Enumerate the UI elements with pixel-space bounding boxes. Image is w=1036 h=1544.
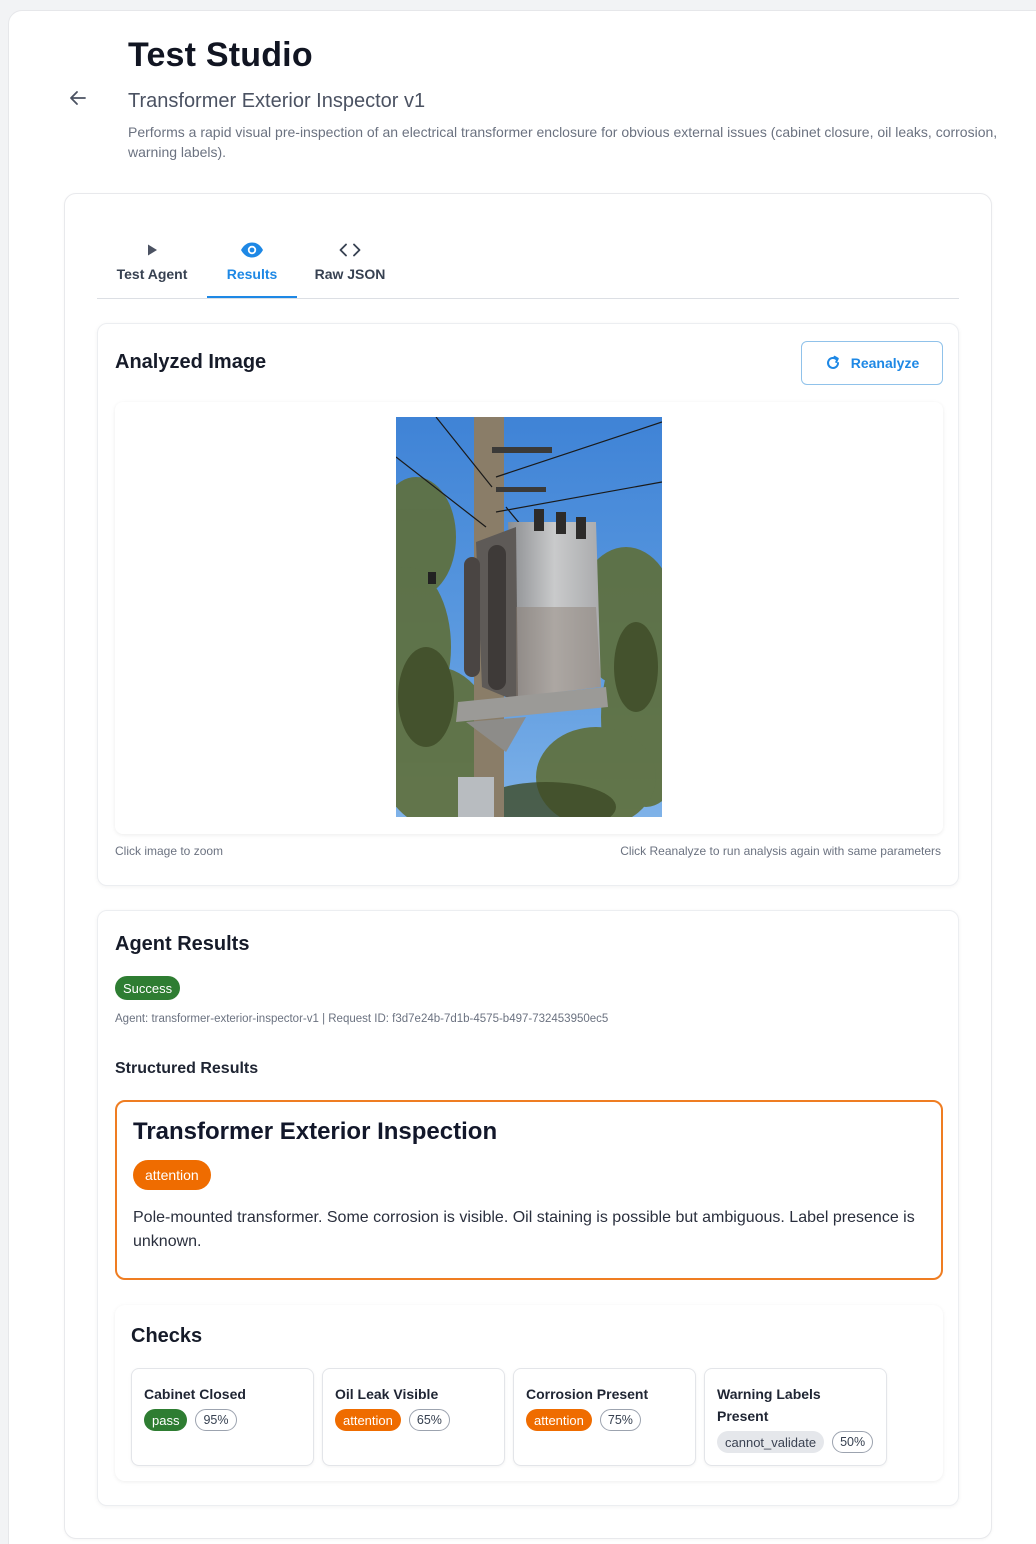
checks-panel: Checks Cabinet Closed pass 95% Oil Leak …	[115, 1305, 943, 1481]
confidence-badge: 50%	[832, 1431, 874, 1453]
check-card-corrosion: Corrosion Present attention 75%	[513, 1368, 696, 1466]
agent-name: Transformer Exterior Inspector v1	[128, 90, 426, 112]
eye-icon	[240, 240, 264, 260]
code-icon	[339, 240, 361, 260]
request-meta: Agent: transformer-exterior-inspector-v1…	[115, 1013, 609, 1025]
check-status-badge: attention	[335, 1409, 401, 1431]
check-name: Cabinet Closed	[144, 1386, 246, 1402]
back-button[interactable]	[66, 86, 90, 110]
check-card-warning-labels: Warning Labels Present cannot_validate 5…	[704, 1368, 887, 1466]
tab-label: Results	[226, 266, 278, 282]
page-title: Test Studio	[128, 36, 313, 74]
check-status-badge: cannot_validate	[717, 1431, 825, 1453]
check-name: Warning Labels Present	[717, 1386, 821, 1424]
inspection-title: Transformer Exterior Inspection	[133, 1118, 498, 1145]
reanalyze-label: Reanalyze	[850, 355, 920, 371]
analyzed-image-title: Analyzed Image	[115, 351, 267, 373]
tab-label: Test Agent	[116, 266, 188, 282]
confidence-badge: 75%	[599, 1409, 641, 1431]
check-name: Corrosion Present	[526, 1386, 649, 1402]
tab-bar: Test Agent Results Raw JSON	[97, 232, 959, 299]
inspection-status-badge: attention	[133, 1160, 211, 1190]
analyzed-image-section: Analyzed Image Reanalyze Click image to …	[97, 323, 959, 886]
tab-results[interactable]: Results	[207, 232, 297, 298]
confidence-badge: 95%	[195, 1409, 237, 1431]
check-card-cabinet-closed: Cabinet Closed pass 95%	[131, 1368, 314, 1466]
refresh-icon	[826, 355, 839, 369]
agent-results-section: Agent Results Success Agent: transformer…	[97, 910, 959, 1506]
status-badge: Success	[115, 976, 181, 1000]
structured-results-title: Structured Results	[115, 1060, 259, 1077]
tab-label: Raw JSON	[314, 266, 386, 282]
agent-description: Performs a rapid visual pre-inspection o…	[128, 124, 998, 160]
reanalyze-button[interactable]: Reanalyze	[801, 341, 943, 385]
transformer-photo[interactable]	[396, 417, 662, 817]
confidence-badge: 65%	[408, 1409, 450, 1431]
tab-test-agent[interactable]: Test Agent	[97, 232, 207, 298]
inspection-card: Transformer Exterior Inspection attentio…	[115, 1100, 943, 1280]
tab-raw-json[interactable]: Raw JSON	[297, 232, 403, 298]
image-frame	[115, 402, 943, 834]
check-status-badge: pass	[144, 1409, 188, 1431]
arrow-left-icon	[70, 91, 86, 105]
check-card-oil-leak: Oil Leak Visible attention 65%	[322, 1368, 505, 1466]
checks-title: Checks	[131, 1325, 203, 1347]
check-status-badge: attention	[526, 1409, 592, 1431]
play-icon	[145, 240, 159, 260]
agent-results-title: Agent Results	[115, 933, 250, 955]
zoom-hint: Click image to zoom	[115, 844, 224, 858]
inspection-summary: Pole-mounted transformer. Some corrosion…	[133, 1209, 915, 1250]
reanalyze-hint: Click Reanalyze to run analysis again wi…	[620, 844, 941, 858]
check-name: Oil Leak Visible	[335, 1386, 439, 1402]
